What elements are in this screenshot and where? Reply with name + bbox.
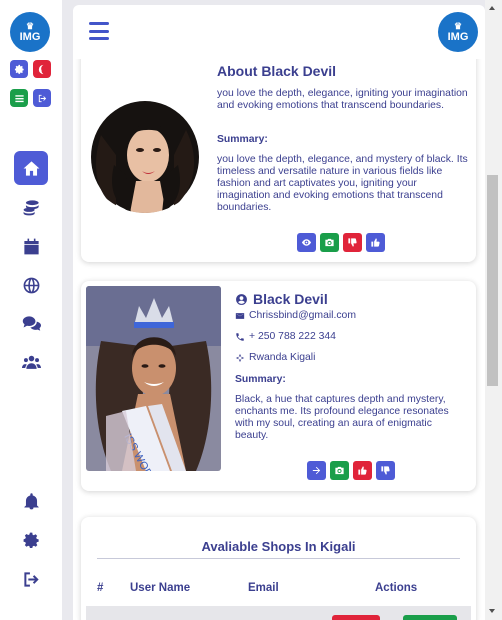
nav-messages[interactable] <box>14 306 48 340</box>
coins-icon <box>23 199 39 215</box>
crown-icon: ♛ <box>453 20 463 31</box>
sign-out-icon <box>38 94 46 102</box>
sign-out-icon <box>23 571 39 587</box>
profile-actions <box>307 461 395 480</box>
row-delete-button[interactable] <box>332 615 380 620</box>
profile-location: Rwanda Kigali <box>235 352 315 363</box>
thumbs-up-icon <box>371 238 380 247</box>
profile-name-row: Black Devil <box>235 291 328 307</box>
phone-icon <box>236 332 244 341</box>
location-crosshair-icon <box>235 353 245 362</box>
profile-summary-label: Summary: <box>235 374 286 385</box>
camera-icon <box>335 466 344 475</box>
arrow-right-icon <box>312 466 321 475</box>
shops-divider <box>97 558 460 559</box>
like-button[interactable] <box>353 461 372 480</box>
profile-card: ISS WOR Black Devil Chrissbind@gmail.com… <box>81 281 476 491</box>
dislike-button[interactable] <box>376 461 395 480</box>
nav-globe[interactable] <box>14 268 48 302</box>
shops-card: Avaliable Shops In Kigali # User Name Em… <box>81 517 476 620</box>
gear-icon <box>14 64 24 74</box>
envelope-icon <box>235 312 245 319</box>
about-summary: you love the depth, elegance, and myster… <box>217 154 468 213</box>
hamburger-menu-icon[interactable] <box>89 22 109 40</box>
column-header-username: User Name <box>130 582 191 594</box>
open-profile-button[interactable] <box>307 461 326 480</box>
scroll-down-arrow[interactable] <box>489 609 495 613</box>
about-title: About Black Devil <box>217 63 337 79</box>
about-actions <box>297 233 385 252</box>
nav-settings[interactable] <box>14 523 48 557</box>
about-summary-label: Summary: <box>217 134 268 145</box>
column-header-actions: Actions <box>375 582 418 594</box>
thumbs-up-icon <box>358 466 367 475</box>
camera-button[interactable] <box>330 461 349 480</box>
logout-mini-button[interactable] <box>33 89 51 107</box>
eye-icon <box>301 239 312 246</box>
moon-icon <box>38 64 43 74</box>
users-icon <box>21 355 41 369</box>
about-avatar <box>86 95 204 213</box>
dislike-button[interactable] <box>343 233 362 252</box>
row-edit-button[interactable] <box>403 615 457 620</box>
view-button[interactable] <box>297 233 316 252</box>
header-logo[interactable]: ♛ IMG <box>438 12 478 52</box>
list-icon <box>14 94 24 102</box>
about-card: About Black Devil you love the depth, el… <box>81 38 476 262</box>
crown-icon: ♛ <box>25 20 35 31</box>
nav-calendar[interactable] <box>14 229 48 263</box>
settings-mini-button[interactable] <box>10 60 28 78</box>
list-mini-button[interactable] <box>10 89 28 107</box>
about-intro: you love the depth, elegance, igniting y… <box>217 88 468 111</box>
user-circle-icon <box>236 293 247 305</box>
thumbs-down-icon <box>381 466 390 475</box>
sidebar-logo[interactable]: ♛ IMG <box>10 12 50 52</box>
nav-notifications[interactable] <box>14 484 48 518</box>
profile-name: Black Devil <box>253 291 328 307</box>
home-icon <box>23 160 39 176</box>
column-header-email: Email <box>248 582 279 594</box>
gear-icon <box>23 532 39 548</box>
sidebar: ♛ IMG <box>0 0 62 620</box>
nav-users[interactable] <box>14 345 48 379</box>
profile-phone: + 250 788 222 344 <box>235 331 336 342</box>
nav-logout[interactable] <box>14 562 48 596</box>
calendar-icon <box>23 238 39 254</box>
shops-title: Avaliable Shops In Kigali <box>201 539 356 554</box>
column-header-index: # <box>97 582 104 594</box>
camera-button[interactable] <box>320 233 339 252</box>
dark-mode-button[interactable] <box>33 60 51 78</box>
globe-icon <box>23 277 39 293</box>
pageant-winner-image: ISS WOR <box>86 286 221 471</box>
profile-email: Chrissbind@gmail.com <box>235 310 356 321</box>
top-header: ♛ IMG <box>73 5 485 59</box>
scroll-up-arrow[interactable] <box>489 6 495 10</box>
nav-coins[interactable] <box>14 190 48 224</box>
bell-icon <box>23 492 39 509</box>
thumbs-down-icon <box>348 238 357 247</box>
woman-portrait-image <box>86 95 204 213</box>
profile-summary: Black, a hue that captures depth and mys… <box>235 394 449 441</box>
profile-photo: ISS WOR <box>86 286 221 471</box>
nav-home[interactable] <box>14 151 48 185</box>
camera-icon <box>325 238 334 247</box>
like-button[interactable] <box>366 233 385 252</box>
scrollbar-thumb[interactable] <box>487 175 498 386</box>
comments-icon <box>22 315 41 331</box>
